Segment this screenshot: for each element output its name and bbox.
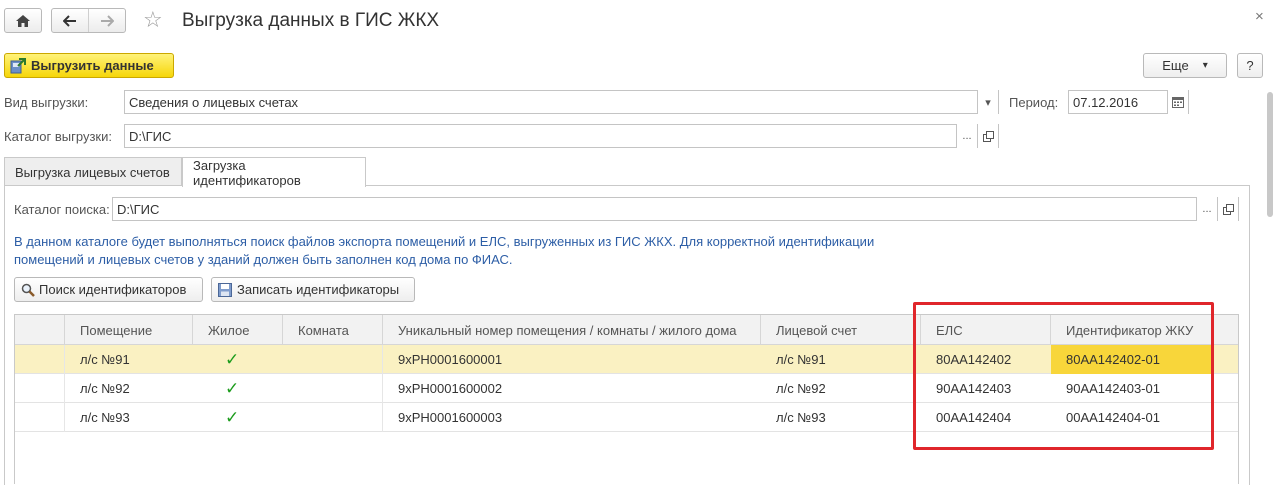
cell-account: л/с №92 xyxy=(776,381,826,396)
history-nav xyxy=(51,8,126,33)
chevron-down-icon[interactable]: ▾ xyxy=(977,90,998,114)
export-data-button[interactable]: Выгрузить данные xyxy=(4,53,174,78)
cell-subroom xyxy=(283,345,383,374)
tab-export-accounts[interactable]: Выгрузка лицевых счетов xyxy=(4,157,182,186)
export-catalog-value: D:\ГИС xyxy=(129,128,172,144)
search-catalog-field[interactable]: D:\ГИС ... xyxy=(112,197,1239,221)
check-mark: ✓ xyxy=(225,378,240,398)
forward-button[interactable] xyxy=(89,9,125,32)
column-header-residential[interactable]: Жилое xyxy=(193,315,283,345)
info-text: В данном каталоге будет выполняться поис… xyxy=(14,234,875,267)
chevron-down-icon: ▾ xyxy=(1202,60,1208,71)
period-field[interactable]: 07.12.2016 xyxy=(1068,90,1189,114)
row-marker-header xyxy=(15,315,65,345)
tab-load-identifiers[interactable]: Загрузка идентификаторов xyxy=(182,157,366,188)
cell-room: л/с №93 xyxy=(80,410,130,425)
row-marker xyxy=(15,403,65,432)
export-type-value: Сведения о лицевых счетах xyxy=(129,94,299,110)
open-icon[interactable] xyxy=(977,124,998,148)
period-value: 07.12.2016 xyxy=(1073,94,1139,110)
open-glyph xyxy=(982,130,994,142)
column-header-unique-number[interactable]: Уникальный номер помещения / комнаты / ж… xyxy=(383,315,761,345)
row-marker xyxy=(15,345,65,374)
column-header-room[interactable]: Помещение xyxy=(65,315,193,345)
export-type-select[interactable]: Сведения о лицевых счетах ▾ xyxy=(124,90,999,114)
column-header-account[interactable]: Лицевой счет xyxy=(761,315,921,345)
cell-account: л/с №93 xyxy=(776,410,826,425)
tab-export-accounts-label: Выгрузка лицевых счетов xyxy=(15,164,170,180)
save-identifiers-label: Записать идентификаторы xyxy=(237,282,400,297)
home-button[interactable] xyxy=(4,8,42,33)
arrow-left-icon xyxy=(63,14,76,27)
close-icon[interactable]: × xyxy=(1255,8,1264,25)
page-title: Выгрузка данных в ГИС ЖКХ xyxy=(182,10,440,31)
open-glyph xyxy=(1222,203,1234,215)
export-type-label: Вид выгрузки: xyxy=(4,95,89,110)
star-icon[interactable]: ☆ xyxy=(143,9,163,31)
calendar-glyph xyxy=(1172,96,1184,108)
cell-room: л/с №91 xyxy=(80,352,130,367)
search-catalog-label: Каталог поиска: xyxy=(14,202,110,217)
cell-subroom xyxy=(283,403,383,432)
check-mark: ✓ xyxy=(225,349,240,369)
cell-unique-number: 9xPH0001600002 xyxy=(398,381,503,396)
export-data-label: Выгрузить данные xyxy=(31,58,154,73)
search-identifiers-label: Поиск идентификаторов xyxy=(39,282,187,297)
check-icon: ✓ xyxy=(193,345,283,374)
more-button[interactable]: Еще ▾ xyxy=(1143,53,1227,78)
scrollbar-thumb[interactable] xyxy=(1267,92,1273,217)
arrow-right-icon xyxy=(101,14,114,27)
calendar-icon[interactable] xyxy=(1167,90,1188,114)
open-icon[interactable] xyxy=(1217,197,1238,221)
annotation-highlight-box xyxy=(913,302,1214,450)
check-mark: ✓ xyxy=(225,407,240,427)
export-catalog-label: Каталог выгрузки: xyxy=(4,129,112,144)
search-icon xyxy=(21,283,35,297)
more-label: Еще xyxy=(1162,58,1189,73)
cell-room: л/с №92 xyxy=(80,381,130,396)
help-button[interactable]: ? xyxy=(1237,53,1263,78)
cell-unique-number: 9xPH0001600001 xyxy=(398,352,503,367)
ellipsis-icon[interactable]: ... xyxy=(956,124,977,148)
check-icon: ✓ xyxy=(193,374,283,403)
check-icon: ✓ xyxy=(193,403,283,432)
column-header-subroom[interactable]: Комната xyxy=(283,315,383,345)
cell-account: л/с №91 xyxy=(776,352,826,367)
help-label: ? xyxy=(1246,58,1254,73)
period-label: Период: xyxy=(1009,95,1059,110)
search-catalog-value: D:\ГИС xyxy=(117,201,160,217)
save-identifiers-button[interactable]: Записать идентификаторы xyxy=(211,277,415,302)
tab-load-identifiers-label: Загрузка идентификаторов xyxy=(193,157,301,188)
search-identifiers-button[interactable]: Поиск идентификаторов xyxy=(14,277,203,302)
ellipsis-icon[interactable]: ... xyxy=(1196,197,1217,221)
row-marker xyxy=(15,374,65,403)
save-icon xyxy=(218,282,232,297)
cell-subroom xyxy=(283,374,383,403)
home-icon xyxy=(16,14,30,27)
back-button[interactable] xyxy=(52,9,89,32)
export-icon xyxy=(10,57,26,73)
export-catalog-field[interactable]: D:\ГИС ... xyxy=(124,124,999,148)
cell-unique-number: 9xPH0001600003 xyxy=(398,410,503,425)
